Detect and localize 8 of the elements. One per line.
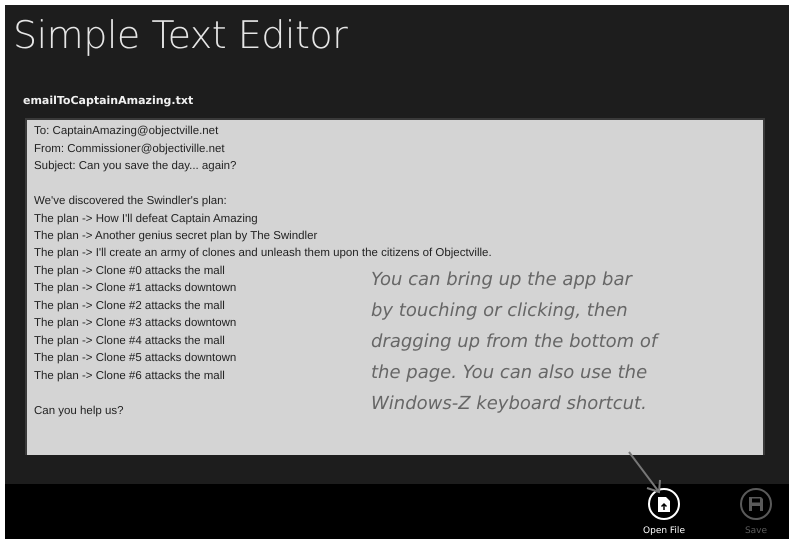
app-title: Simple Text Editor — [12, 12, 349, 57]
handwritten-note: dragging up from the bottom of — [371, 330, 658, 354]
file-name: emailToCaptainAmazing.txt — [22, 92, 194, 109]
handwritten-note: You can bring up the app bar — [371, 268, 634, 292]
handwritten-note: by touching or clicking, then — [371, 299, 629, 324]
handwritten-note: Windows-Z keyboard shortcut. — [371, 392, 648, 416]
handwritten-note: the page. You can also use the — [371, 361, 648, 386]
open-file-button[interactable]: Open File — [633, 484, 695, 539]
